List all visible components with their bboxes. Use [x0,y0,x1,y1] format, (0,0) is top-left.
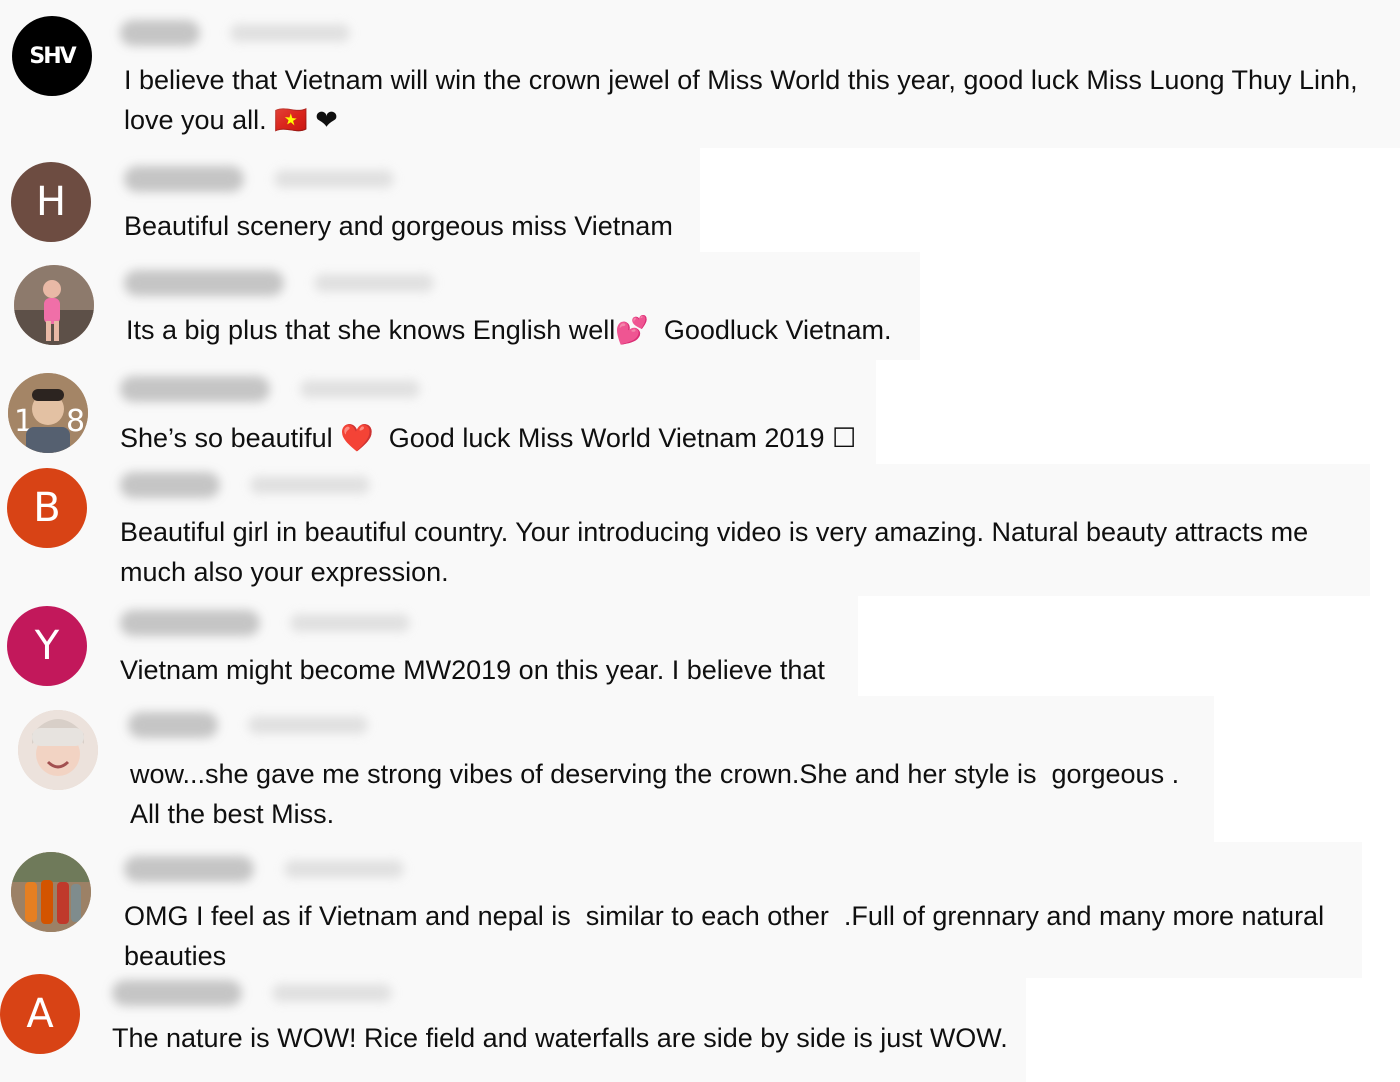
author-name-blurred[interactable] [124,270,434,296]
comment-text: I believe that Vietnam will win the crow… [124,65,1358,135]
author-name-blurred[interactable] [124,166,394,192]
user-photo-icon: 1 8 [8,373,88,453]
author-name-blurred[interactable] [120,610,410,636]
avatar[interactable] [14,265,94,345]
author-name-blurred[interactable] [120,376,420,402]
avatar[interactable] [11,852,91,932]
author-name-blurred[interactable] [112,980,392,1006]
avatar[interactable] [18,710,98,790]
avatar-letter: A [26,991,54,1037]
comment-text: wow...she gave me strong vibes of deserv… [130,759,1180,829]
comment-text: The nature is WOW! Rice field and waterf… [112,1023,1008,1053]
comment-text: Beautiful girl in beautiful country. You… [120,517,1309,587]
avatar-letter: B [33,485,61,531]
author-name-blurred[interactable] [120,20,350,46]
user-photo-icon [14,265,94,345]
comment-text: Beautiful scenery and gorgeous miss Viet… [124,211,673,241]
author-name-blurred[interactable] [128,712,368,738]
avatar[interactable]: A [0,974,80,1054]
avatar[interactable]: SHV [12,16,92,96]
avatar[interactable]: H [11,162,91,242]
user-photo-icon [18,710,98,790]
comment-text: Its a big plus that she knows English we… [126,315,892,345]
author-name-blurred[interactable] [124,856,404,882]
channel-logo-icon: SHV [29,43,76,69]
comment-text: She’s so beautiful ❤️ Good luck Miss Wor… [120,423,857,453]
avatar[interactable]: B [7,468,87,548]
avatar[interactable]: 1 8 [8,373,88,453]
author-name-blurred[interactable] [120,472,370,498]
avatar-letter: H [35,179,67,225]
user-photo-icon [11,852,91,932]
avatar[interactable]: Y [7,606,87,686]
comment-text: Vietnam might become MW2019 on this year… [120,655,825,685]
avatar-letter: Y [34,623,60,669]
comment-text: OMG I feel as if Vietnam and nepal is si… [124,901,1325,971]
